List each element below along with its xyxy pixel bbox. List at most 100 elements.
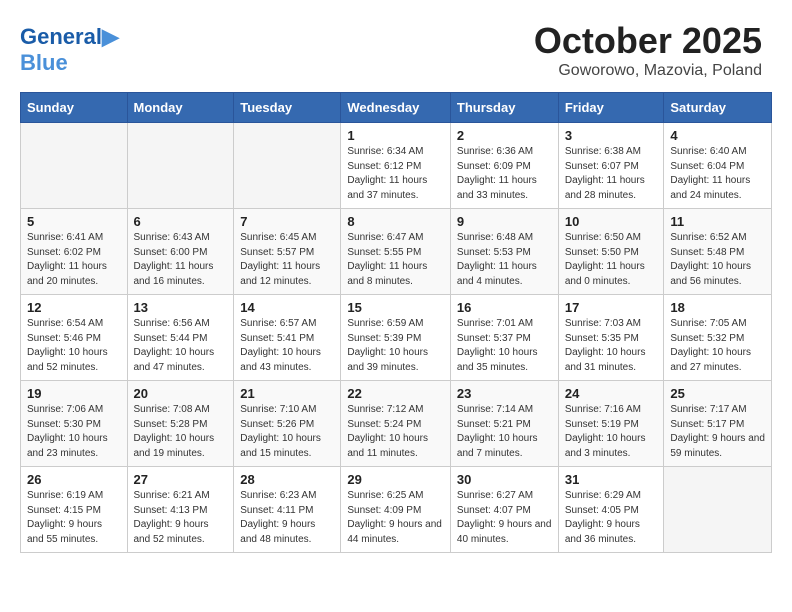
- day-info: Sunrise: 7:16 AMSunset: 5:19 PMDaylight:…: [565, 403, 658, 461]
- day-info: Sunrise: 7:08 AMSunset: 5:28 PMDaylight:…: [134, 403, 228, 461]
- day-info: Sunrise: 6:43 AMSunset: 6:00 PMDaylight:…: [134, 231, 228, 289]
- day-info: Sunrise: 7:14 AMSunset: 5:21 PMDaylight:…: [457, 403, 552, 461]
- calendar-cell: 25 Sunrise: 7:17 AMSunset: 5:17 PMDayligh…: [664, 381, 772, 467]
- day-info: Sunrise: 6:59 AMSunset: 5:39 PMDaylight:…: [347, 317, 444, 375]
- day-info: Sunrise: 6:40 AMSunset: 6:04 PMDaylight:…: [670, 145, 765, 203]
- day-number: 5: [27, 214, 121, 229]
- calendar-cell: 4 Sunrise: 6:40 AMSunset: 6:04 PMDaylight…: [664, 123, 772, 209]
- day-number: 29: [347, 472, 444, 487]
- calendar-cell: [234, 123, 341, 209]
- calendar-cell: 10 Sunrise: 6:50 AMSunset: 5:50 PMDayligh…: [558, 209, 664, 295]
- calendar-week-row: 19 Sunrise: 7:06 AMSunset: 5:30 PMDayligh…: [21, 381, 772, 467]
- day-number: 13: [134, 300, 228, 315]
- calendar-cell: 5 Sunrise: 6:41 AMSunset: 6:02 PMDaylight…: [21, 209, 128, 295]
- day-info: Sunrise: 6:50 AMSunset: 5:50 PMDaylight:…: [565, 231, 658, 289]
- day-number: 1: [347, 128, 444, 143]
- day-info: Sunrise: 6:56 AMSunset: 5:44 PMDaylight:…: [134, 317, 228, 375]
- day-number: 28: [240, 472, 334, 487]
- day-of-week-header: Thursday: [450, 93, 558, 123]
- calendar-cell: 19 Sunrise: 7:06 AMSunset: 5:30 PMDayligh…: [21, 381, 128, 467]
- day-number: 20: [134, 386, 228, 401]
- day-info: Sunrise: 7:03 AMSunset: 5:35 PMDaylight:…: [565, 317, 658, 375]
- day-info: Sunrise: 7:17 AMSunset: 5:17 PMDaylight:…: [670, 403, 765, 461]
- day-info: Sunrise: 6:23 AMSunset: 4:11 PMDaylight:…: [240, 489, 334, 547]
- calendar-week-row: 26Sunrise: 6:19 AMSunset: 4:15 PMDayligh…: [21, 467, 772, 553]
- day-number: 10: [565, 214, 658, 229]
- calendar-cell: 11Sunrise: 6:52 AMSunset: 5:48 PMDayligh…: [664, 209, 772, 295]
- calendar-cell: [127, 123, 234, 209]
- day-info: Sunrise: 6:45 AMSunset: 5:57 PMDaylight:…: [240, 231, 334, 289]
- day-number: 4: [670, 128, 765, 143]
- day-info: Sunrise: 6:54 AMSunset: 5:46 PMDaylight:…: [27, 317, 121, 375]
- calendar-table: SundayMondayTuesdayWednesdayThursdayFrid…: [20, 92, 772, 553]
- title-block: October 2025 Goworowo, Mazovia, Poland: [20, 20, 772, 80]
- calendar-week-row: 1 Sunrise: 6:34 AMSunset: 6:12 PMDaylight…: [21, 123, 772, 209]
- calendar-cell: 13 Sunrise: 6:56 AMSunset: 5:44 PMDayligh…: [127, 295, 234, 381]
- calendar-cell: 3 Sunrise: 6:38 AMSunset: 6:07 PMDaylight…: [558, 123, 664, 209]
- day-number: 6: [134, 214, 228, 229]
- day-number: 18: [670, 300, 765, 315]
- day-info: Sunrise: 6:27 AMSunset: 4:07 PMDaylight:…: [457, 489, 552, 547]
- day-of-week-header: Sunday: [21, 93, 128, 123]
- calendar-cell: 16 Sunrise: 7:01 AMSunset: 5:37 PMDayligh…: [450, 295, 558, 381]
- day-number: 24: [565, 386, 658, 401]
- day-info: Sunrise: 6:57 AMSunset: 5:41 PMDaylight:…: [240, 317, 334, 375]
- day-info: Sunrise: 6:21 AMSunset: 4:13 PMDaylight:…: [134, 489, 228, 547]
- calendar-cell: 15Sunrise: 6:59 AMSunset: 5:39 PMDayligh…: [341, 295, 451, 381]
- calendar-cell: 1 Sunrise: 6:34 AMSunset: 6:12 PMDaylight…: [341, 123, 451, 209]
- day-number: 17: [565, 300, 658, 315]
- page-subtitle: Goworowo, Mazovia, Poland: [20, 62, 762, 80]
- calendar-cell: 21Sunrise: 7:10 AMSunset: 5:26 PMDayligh…: [234, 381, 341, 467]
- calendar-cell: 23 Sunrise: 7:14 AMSunset: 5:21 PMDayligh…: [450, 381, 558, 467]
- day-of-week-header: Friday: [558, 93, 664, 123]
- calendar-cell: 6 Sunrise: 6:43 AMSunset: 6:00 PMDaylight…: [127, 209, 234, 295]
- day-number: 27: [134, 472, 228, 487]
- calendar-cell: 28 Sunrise: 6:23 AMSunset: 4:11 PMDayligh…: [234, 467, 341, 553]
- day-number: 16: [457, 300, 552, 315]
- calendar-cell: 24 Sunrise: 7:16 AMSunset: 5:19 PMDayligh…: [558, 381, 664, 467]
- day-number: 23: [457, 386, 552, 401]
- day-number: 19: [27, 386, 121, 401]
- day-info: Sunrise: 6:47 AMSunset: 5:55 PMDaylight:…: [347, 231, 444, 289]
- day-number: 30: [457, 472, 552, 487]
- calendar-cell: 30 Sunrise: 6:27 AMSunset: 4:07 PMDayligh…: [450, 467, 558, 553]
- day-number: 12: [27, 300, 121, 315]
- day-of-week-header: Saturday: [664, 93, 772, 123]
- calendar-cell: 18 Sunrise: 7:05 AMSunset: 5:32 PMDayligh…: [664, 295, 772, 381]
- calendar-cell: 7Sunrise: 6:45 AMSunset: 5:57 PMDaylight…: [234, 209, 341, 295]
- calendar-cell: 8Sunrise: 6:47 AMSunset: 5:55 PMDaylight…: [341, 209, 451, 295]
- calendar-cell: 2 Sunrise: 6:36 AMSunset: 6:09 PMDaylight…: [450, 123, 558, 209]
- day-of-week-header: Monday: [127, 93, 234, 123]
- calendar-cell: 22Sunrise: 7:12 AMSunset: 5:24 PMDayligh…: [341, 381, 451, 467]
- day-number: 31: [565, 472, 658, 487]
- calendar-cell: 12 Sunrise: 6:54 AMSunset: 5:46 PMDayligh…: [21, 295, 128, 381]
- day-info: Sunrise: 6:36 AMSunset: 6:09 PMDaylight:…: [457, 145, 552, 203]
- day-info: Sunrise: 6:19 AMSunset: 4:15 PMDaylight:…: [27, 489, 121, 547]
- day-info: Sunrise: 6:41 AMSunset: 6:02 PMDaylight:…: [27, 231, 121, 289]
- logo: General▶ Blue: [20, 24, 119, 76]
- calendar-cell: 9Sunrise: 6:48 AMSunset: 5:53 PMDaylight…: [450, 209, 558, 295]
- day-info: Sunrise: 7:06 AMSunset: 5:30 PMDaylight:…: [27, 403, 121, 461]
- day-number: 14: [240, 300, 334, 315]
- calendar-week-row: 12 Sunrise: 6:54 AMSunset: 5:46 PMDayligh…: [21, 295, 772, 381]
- calendar-cell: 27 Sunrise: 6:21 AMSunset: 4:13 PMDayligh…: [127, 467, 234, 553]
- page-title: October 2025: [20, 20, 762, 62]
- day-info: Sunrise: 6:38 AMSunset: 6:07 PMDaylight:…: [565, 145, 658, 203]
- calendar-cell: 14 Sunrise: 6:57 AMSunset: 5:41 PMDayligh…: [234, 295, 341, 381]
- page-header: General▶ Blue October 2025 Goworowo, Maz…: [20, 20, 772, 84]
- day-number: 9: [457, 214, 552, 229]
- day-of-week-header: Wednesday: [341, 93, 451, 123]
- calendar-cell: 20 Sunrise: 7:08 AMSunset: 5:28 PMDayligh…: [127, 381, 234, 467]
- calendar-cell: [664, 467, 772, 553]
- day-info: Sunrise: 7:01 AMSunset: 5:37 PMDaylight:…: [457, 317, 552, 375]
- day-info: Sunrise: 7:12 AMSunset: 5:24 PMDaylight:…: [347, 403, 444, 461]
- day-number: 21: [240, 386, 334, 401]
- day-of-week-header: Tuesday: [234, 93, 341, 123]
- day-number: 3: [565, 128, 658, 143]
- day-number: 2: [457, 128, 552, 143]
- calendar-week-row: 5 Sunrise: 6:41 AMSunset: 6:02 PMDaylight…: [21, 209, 772, 295]
- day-info: Sunrise: 7:05 AMSunset: 5:32 PMDaylight:…: [670, 317, 765, 375]
- day-number: 25: [670, 386, 765, 401]
- day-number: 11: [670, 214, 765, 229]
- day-info: Sunrise: 6:34 AMSunset: 6:12 PMDaylight:…: [347, 145, 444, 203]
